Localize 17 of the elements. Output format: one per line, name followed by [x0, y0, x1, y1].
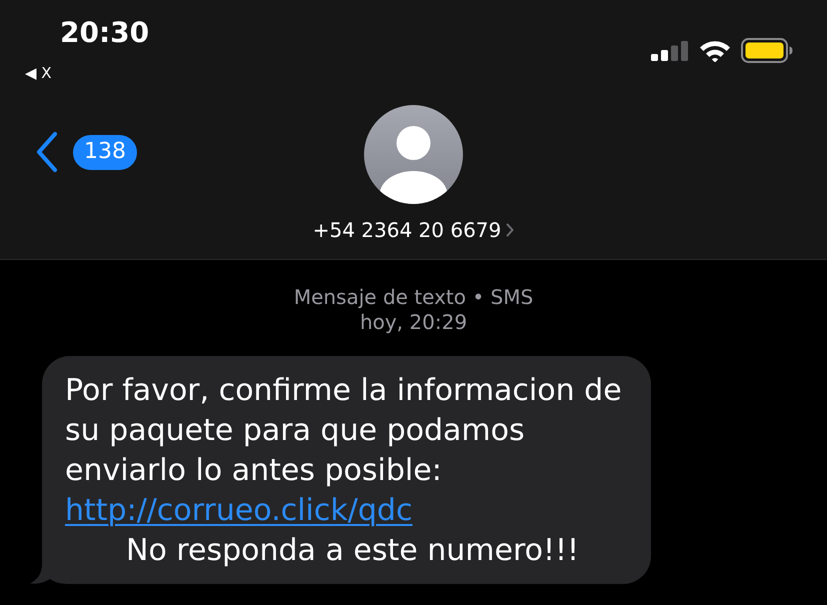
contact-button[interactable]: +54 2364 20 6679: [312, 95, 514, 242]
message-timestamp: hoy, 20:29: [360, 310, 468, 335]
back-chevron-icon: [35, 131, 59, 173]
battery-icon: [741, 38, 793, 63]
back-button[interactable]: 138: [35, 131, 137, 173]
cellular-signal-icon: [651, 40, 689, 60]
chevron-right-icon: [506, 223, 514, 237]
message-link[interactable]: http://corrueo.click/qdc: [65, 491, 412, 531]
message-text: Por favor, confirme la informacion de su paquete para que podamos enviarlo lo antes posible:: [65, 372, 623, 490]
contact-phone-number: +54 2364 20 6679: [312, 218, 502, 242]
message-service-label: Mensaje de texto • SMS: [294, 285, 534, 310]
unread-count-badge: 138: [73, 134, 137, 170]
return-to-app-button[interactable]: ◀ X: [25, 64, 52, 83]
wifi-icon: [699, 40, 731, 62]
message-text: No responda a este numero!!!: [125, 532, 580, 570]
avatar-silhouette-icon: [364, 105, 463, 204]
status-time: 20:30: [60, 15, 150, 51]
